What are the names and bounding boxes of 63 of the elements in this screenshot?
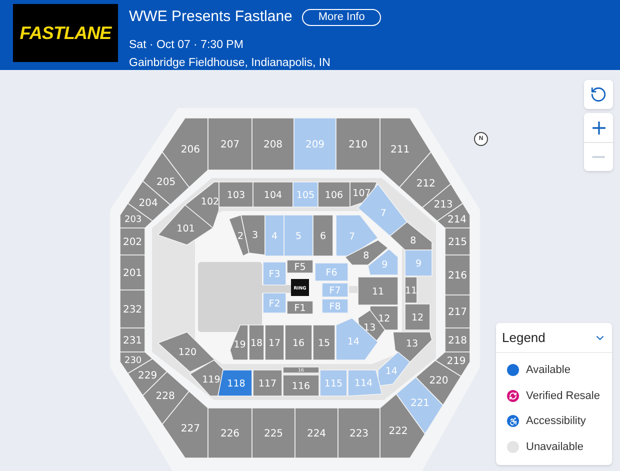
- seat-section[interactable]: 19: [230, 324, 248, 360]
- seat-section[interactable]: 104: [252, 182, 294, 208]
- event-logo: FASTLANE: [13, 4, 118, 62]
- seat-section[interactable]: 12: [404, 304, 430, 330]
- seat-section[interactable]: F8: [322, 298, 348, 314]
- seat-section[interactable]: 106: [318, 182, 350, 208]
- seat-section[interactable]: 9: [404, 250, 432, 276]
- seat-section[interactable]: 11: [358, 276, 398, 306]
- event-title: WWE Presents Fastlane: [129, 7, 292, 27]
- seat-section[interactable]: 215: [444, 228, 470, 256]
- seat-section[interactable]: 8: [389, 221, 432, 250]
- seat-section[interactable]: 201: [120, 254, 146, 290]
- seat-section[interactable]: 223: [338, 408, 380, 458]
- legend-label: Accessibility: [526, 414, 586, 429]
- seat-section[interactable]: F6: [314, 262, 348, 282]
- seat-section[interactable]: 218: [444, 328, 470, 352]
- walkway: [349, 286, 359, 293]
- seat-section[interactable]: 115: [320, 370, 348, 396]
- seat-section[interactable]: 5: [284, 214, 314, 256]
- seat-section[interactable]: F3: [262, 262, 286, 286]
- seat-section[interactable]: 116: [282, 374, 320, 396]
- seat-section[interactable]: 14: [378, 351, 411, 386]
- seat-section[interactable]: 231: [120, 328, 146, 352]
- seat-section[interactable]: 101: [157, 204, 214, 246]
- seat-section[interactable]: 18: [248, 324, 264, 360]
- legend-label: Verified Resale: [526, 388, 600, 404]
- seat-section[interactable]: 209: [294, 118, 336, 170]
- minus-icon: [592, 156, 605, 158]
- seat-section[interactable]: 11: [404, 276, 418, 304]
- seat-section[interactable]: F7: [322, 282, 348, 298]
- seat-section[interactable]: 9: [368, 248, 398, 276]
- seat-section[interactable]: 202: [120, 228, 146, 256]
- seat-section[interactable]: 13: [392, 332, 432, 363]
- seat-section[interactable]: 232: [120, 290, 146, 328]
- seat-section[interactable]: 226: [208, 408, 252, 458]
- seat-section[interactable]: 207: [208, 118, 252, 170]
- seat-section[interactable]: F5: [286, 260, 314, 274]
- reset-icon: [590, 86, 607, 103]
- reset-view-button[interactable]: [584, 80, 613, 109]
- more-info-button[interactable]: More Info: [302, 8, 381, 26]
- seat-section[interactable]: 208: [252, 118, 294, 170]
- seat-section[interactable]: 225: [252, 408, 296, 458]
- legend-label: Available: [526, 363, 570, 378]
- seat-section[interactable]: F1: [286, 300, 314, 314]
- seat-section[interactable]: 103: [218, 182, 254, 208]
- legend-title: Legend: [502, 328, 546, 347]
- seat-section[interactable]: 4: [264, 214, 284, 256]
- seat-section[interactable]: 6: [312, 214, 334, 256]
- seat-section[interactable]: F2: [262, 292, 286, 314]
- seat-section[interactable]: 217: [444, 294, 470, 328]
- seat-section[interactable]: 117: [252, 370, 282, 396]
- seat-section[interactable]: 15: [312, 324, 336, 360]
- seat-section[interactable]: 216: [444, 254, 470, 296]
- event-venue: Gainbridge Fieldhouse, Indianapolis, IN: [129, 56, 332, 71]
- seat-section[interactable]: 105: [292, 182, 318, 208]
- event-date: Sat · Oct 07 · 7:30 PM: [129, 38, 244, 52]
- legend-label: Unavailable: [526, 440, 584, 454]
- seat-section[interactable]: 210: [336, 118, 380, 170]
- seat-section[interactable]: 17: [264, 324, 284, 360]
- seat-section[interactable]: 114: [348, 370, 382, 396]
- seat-section[interactable]: 120: [157, 332, 216, 372]
- seat-section[interactable]: 16: [284, 324, 312, 360]
- seat-section[interactable]: 224: [294, 408, 338, 458]
